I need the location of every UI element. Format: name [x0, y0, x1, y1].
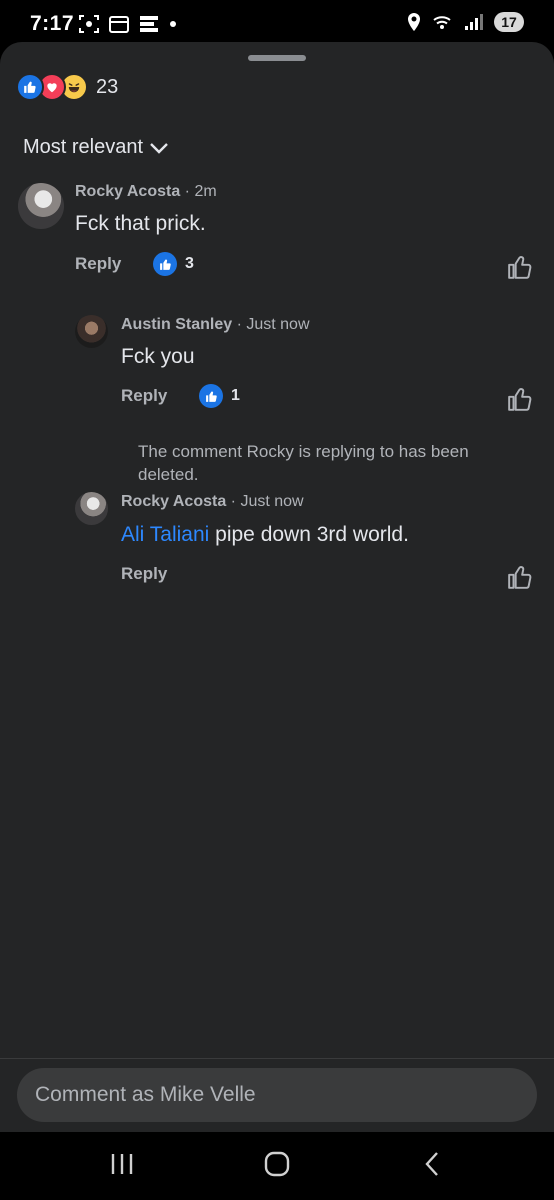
- recent-apps-icon[interactable]: [110, 1150, 134, 1178]
- comment-body: pipe down 3rd world.: [209, 523, 409, 546]
- comment-text: Fck you: [121, 345, 195, 368]
- comment-input[interactable]: [17, 1068, 537, 1122]
- deleted-comment-note: The comment Rocky is replying to has bee…: [138, 442, 469, 484]
- reactions-summary[interactable]: 23: [16, 73, 118, 101]
- comment-author[interactable]: Austin Stanley: [121, 316, 232, 333]
- comment-text: Fck that prick.: [75, 212, 206, 235]
- like-icon: [16, 73, 44, 101]
- comment-author[interactable]: Rocky Acosta: [121, 493, 226, 510]
- mention-link[interactable]: Ali Taliani: [121, 523, 209, 546]
- home-icon[interactable]: [263, 1150, 291, 1178]
- avatar[interactable]: [18, 183, 64, 229]
- like-count-value: 1: [231, 387, 240, 404]
- system-nav-bar: [0, 1132, 554, 1200]
- signal-icon: [465, 14, 483, 30]
- battery-indicator: 17: [494, 12, 524, 32]
- status-time: 7:17: [30, 12, 75, 35]
- like-button-icon[interactable]: [507, 254, 533, 280]
- wifi-icon: [433, 16, 451, 29]
- like-count-value: 3: [185, 255, 194, 272]
- sort-label: Most relevant: [23, 136, 144, 158]
- screenshot-icon: [79, 15, 99, 33]
- sort-dropdown[interactable]: Most relevant: [23, 136, 169, 159]
- status-bar: 7:17 17: [0, 0, 554, 44]
- chevron-down-icon: [150, 142, 168, 154]
- location-icon: [408, 13, 420, 31]
- avatar[interactable]: [75, 315, 108, 348]
- reply-button[interactable]: Reply: [121, 386, 167, 406]
- avatar[interactable]: [75, 492, 108, 525]
- comment-author[interactable]: Rocky Acosta: [75, 183, 180, 200]
- comment-time: · 2m: [180, 183, 217, 200]
- comment-time: · Just now: [232, 316, 310, 333]
- like-button-icon[interactable]: [507, 386, 533, 412]
- divider: [0, 1058, 554, 1059]
- comment-composer[interactable]: [17, 1068, 537, 1122]
- like-icon: [153, 252, 177, 276]
- like-button-icon[interactable]: [507, 564, 533, 590]
- calendar-icon: [109, 16, 129, 33]
- comments-sheet: 23 Most relevant Rocky Acosta · 2m Fck t…: [0, 42, 554, 1132]
- app-notification-icon: [140, 16, 158, 32]
- reply-button[interactable]: Reply: [121, 564, 167, 584]
- comment-text: Ali Taliani pipe down 3rd world.: [121, 523, 409, 547]
- back-icon[interactable]: [422, 1150, 442, 1178]
- reply-button[interactable]: Reply: [75, 254, 121, 274]
- reaction-count: 23: [96, 75, 119, 98]
- sheet-handle[interactable]: [248, 55, 306, 61]
- like-count[interactable]: 1: [199, 384, 240, 408]
- dot-icon: [170, 21, 176, 27]
- like-count[interactable]: 3: [153, 252, 194, 276]
- comment-time: · Just now: [226, 493, 304, 510]
- like-icon: [199, 384, 223, 408]
